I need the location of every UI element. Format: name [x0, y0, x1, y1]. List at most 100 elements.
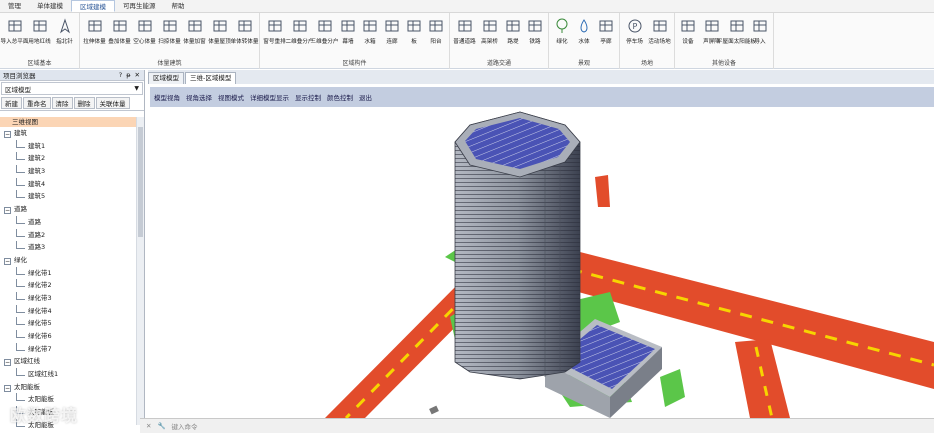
- menu-tab[interactable]: 可再生能源: [115, 0, 164, 12]
- collapse-icon[interactable]: −: [4, 131, 11, 138]
- tree-item[interactable]: 建筑2: [0, 152, 137, 165]
- tower-building: [454, 111, 581, 380]
- ribbon-button-label: 二维叠分户: [285, 39, 314, 45]
- ribbon-button-label: 叠加体量: [108, 39, 131, 45]
- tree-item[interactable]: 绿化带2: [0, 279, 137, 292]
- tree-item[interactable]: 区域红线1: [0, 368, 137, 381]
- activity-site-icon: [652, 18, 668, 34]
- menu-bar: 管理 单体建模 区域建模 可再生能源 帮助: [0, 0, 934, 13]
- panel-scrollbar[interactable]: [136, 117, 144, 425]
- ribbon-group: 绿化 水体 亭廊 景观: [549, 13, 620, 69]
- water-tank-icon: [362, 18, 378, 34]
- ribbon-group: 导入总平面 用地红线 指北针 区域基本: [0, 13, 80, 69]
- scrollbar-thumb[interactable]: [138, 127, 143, 237]
- window-icon: [187, 18, 203, 34]
- 3d-viewport[interactable]: [150, 107, 934, 418]
- document-tabs: 区域模型 三维-区域模型: [148, 70, 934, 84]
- tree-item[interactable]: 建筑1: [0, 139, 137, 153]
- ribbon-group-label: 道路交通: [486, 60, 511, 67]
- menu-tab[interactable]: 管理: [0, 0, 29, 12]
- view-toolbar-item[interactable]: 模型视角: [154, 92, 180, 102]
- view-toolbar-item[interactable]: 视图模式: [218, 92, 244, 102]
- tab-3d-region-model[interactable]: 三维-区域模型: [185, 72, 237, 84]
- ribbon-button-label: 用地红线: [28, 39, 51, 45]
- ribbon-button-label: 停车场: [626, 39, 643, 45]
- tree-item[interactable]: 绿化带1: [0, 266, 137, 280]
- tree-group-label: 道路: [14, 205, 27, 214]
- tree-group[interactable]: − 区域红线: [0, 355, 137, 368]
- tree-item[interactable]: 绿化带5: [0, 317, 137, 330]
- menu-tab[interactable]: 单体建模: [29, 0, 71, 12]
- close-icon[interactable]: ✕: [146, 422, 151, 430]
- car-model: [429, 405, 439, 415]
- panel-title-bar: 项目浏览器 ? ᵽ ✕: [0, 70, 144, 81]
- rename-button[interactable]: 重命名: [23, 97, 51, 109]
- link-mass-button[interactable]: 关联体量: [95, 97, 130, 109]
- project-tree: 三维视图 − 建筑 建筑1 建筑2 建筑3 建筑4 建筑5− 道路 道路 道路2 道路3− 绿化 绿化带…: [0, 117, 137, 433]
- ribbon-group: 拉伸体量 叠加体量 空心体量 扫掠体量 体量加窗 体量屋顶 单体转体量 体量建筑: [80, 13, 260, 69]
- tree-item-3d-view[interactable]: 三维视图: [0, 117, 137, 127]
- ribbon-group: 普通道路 高架桥 路堤 铁路 道路交通: [450, 13, 549, 69]
- roof-icon: [212, 18, 228, 34]
- tree-item[interactable]: 建筑4: [0, 177, 137, 191]
- tree-item[interactable]: 绿化带3: [0, 291, 137, 305]
- close-icon[interactable]: ✕: [135, 71, 140, 79]
- ribbon-button-label: 指北针: [56, 39, 73, 45]
- tree-item[interactable]: 道路: [0, 215, 137, 229]
- pavilion-icon: [598, 18, 614, 34]
- ribbon-button-label: 连廊: [386, 39, 398, 45]
- chevron-down-icon: ▼: [134, 85, 139, 92]
- redline-icon: [32, 18, 48, 34]
- view-toolbar-item[interactable]: 视角选择: [186, 92, 212, 102]
- north-arrow-icon: [57, 18, 73, 34]
- view-toolbar-item[interactable]: 显示控制: [295, 92, 321, 102]
- project-browser: 项目浏览器 ? ᵽ ✕ 区域模型 ▼ 新建 重命名 清除 删除 关联体量 三维视…: [0, 70, 145, 433]
- tree-item[interactable]: 绿化带6: [0, 330, 137, 343]
- collapse-icon[interactable]: −: [4, 384, 11, 392]
- road-icon: [457, 18, 473, 34]
- view-toolbar-item[interactable]: 颜色控制: [327, 92, 353, 102]
- tree-group[interactable]: − 太阳能板: [0, 381, 137, 394]
- view-toolbar-item[interactable]: 详细模型显示: [250, 92, 289, 102]
- ribbon-button-label: 阳台: [430, 39, 442, 45]
- tab-region-model[interactable]: 区域模型: [148, 72, 184, 84]
- tree-item[interactable]: 绿化带4: [0, 304, 137, 318]
- help-icon[interactable]: ?: [119, 71, 122, 79]
- ribbon-button-label: 导入: [754, 39, 766, 45]
- panel-title: 项目浏览器: [3, 72, 36, 80]
- menu-tab[interactable]: 帮助: [164, 0, 193, 12]
- ribbon-button-label: 亭廊: [600, 39, 612, 45]
- ribbon-group-label: 体量建筑: [157, 60, 182, 67]
- tree-item[interactable]: 建筑5: [0, 190, 137, 203]
- ribbon-group-label: 区域基本: [27, 60, 52, 67]
- ribbon-group: P 停车场 活动场地 场地: [620, 13, 675, 69]
- wrench-icon[interactable]: 🔧: [157, 422, 165, 430]
- collapse-icon[interactable]: −: [4, 257, 11, 265]
- tree-item[interactable]: 道路3: [0, 241, 137, 254]
- menu-tab[interactable]: 区域建模: [71, 0, 115, 12]
- tree-group-label: 绿化: [14, 255, 27, 264]
- tree-group[interactable]: − 道路: [0, 203, 137, 216]
- clear-button[interactable]: 清除: [51, 97, 73, 109]
- tree-item[interactable]: 道路2: [0, 228, 137, 242]
- collapse-icon[interactable]: −: [4, 207, 11, 215]
- collapse-icon[interactable]: −: [4, 359, 11, 367]
- view-select[interactable]: 区域模型 ▼: [1, 82, 143, 95]
- new-button[interactable]: 新建: [1, 97, 22, 109]
- delete-button[interactable]: 删除: [73, 97, 95, 109]
- window-number-icon: [267, 18, 283, 34]
- view-toolbar-item[interactable]: 退出: [359, 92, 372, 102]
- import-plan-icon: [7, 18, 23, 34]
- railway-icon: [527, 18, 543, 34]
- pin-icon[interactable]: ᵽ: [126, 71, 130, 79]
- tree-group[interactable]: − 建筑: [0, 127, 137, 140]
- tree-item[interactable]: 绿化带7: [0, 342, 137, 356]
- curtain-wall-icon: [340, 18, 356, 34]
- tree-group-label: 太阳能板: [14, 382, 40, 391]
- command-input[interactable]: 键入命令: [172, 421, 198, 431]
- sweep-icon: [162, 18, 178, 34]
- equipment-icon: [680, 18, 696, 34]
- split-3d-icon: [317, 18, 333, 34]
- tree-group[interactable]: − 绿化: [0, 254, 137, 267]
- tree-item[interactable]: 建筑3: [0, 165, 137, 178]
